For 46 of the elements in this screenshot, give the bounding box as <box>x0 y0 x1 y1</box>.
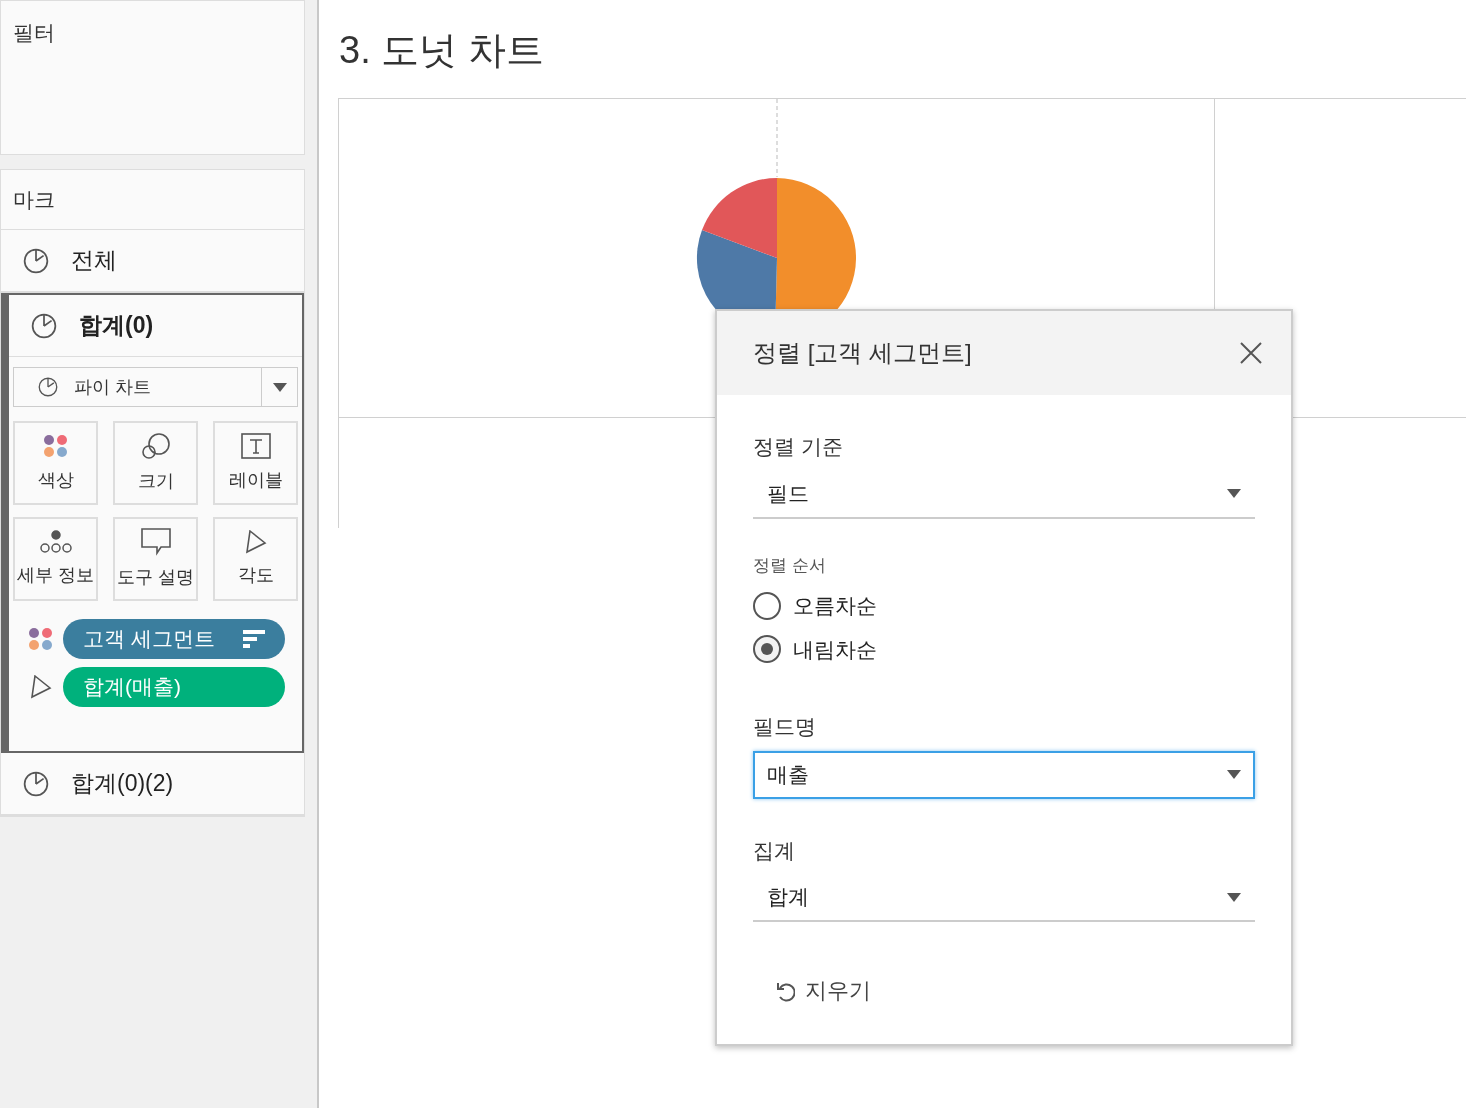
mark-card-button[interactable]: 각도 <box>213 517 298 601</box>
option-label[interactable]: 내림차순 <box>793 633 877 665</box>
caret-icon <box>1227 892 1241 902</box>
sheet-title: 3. 도넛 차트 <box>339 28 545 73</box>
pie-icon <box>31 312 57 339</box>
pie-icon <box>23 770 49 797</box>
select-field[interactable]: 합계 <box>753 874 1255 922</box>
dialog-title: 정렬 [고객 세그먼트] <box>753 338 972 368</box>
circles-icon <box>140 431 171 460</box>
caret-icon <box>272 382 287 392</box>
speech-bubble-icon <box>140 527 171 556</box>
pie-icon <box>38 377 58 397</box>
mark-layer-tab[interactable]: 합계(0) <box>9 295 302 357</box>
panel-title: 마크 <box>13 186 55 213</box>
pie-icon <box>23 247 49 274</box>
mark-card-button[interactable]: 세부 정보 <box>13 517 98 601</box>
color-dots-icon <box>27 626 55 652</box>
dots-icon <box>38 529 73 554</box>
radio-button[interactable] <box>753 591 781 620</box>
mark-card-button[interactable]: 크기 <box>113 421 198 505</box>
mark-card-button[interactable]: 색상 <box>13 421 98 505</box>
triangle-icon <box>30 675 52 699</box>
mark-layer-tab[interactable]: 전체 <box>1 230 304 292</box>
mark-card-button[interactable]: 레이블 <box>213 421 298 505</box>
option-label[interactable]: 오름차순 <box>793 590 877 622</box>
mark-card-button[interactable]: 도구 설명 <box>113 517 198 601</box>
field-label: 정렬 순서 <box>753 554 827 577</box>
select-field[interactable]: 필드 <box>753 470 1255 519</box>
mark-type-dropdown[interactable]: 파이 차트 <box>13 367 298 407</box>
triangle-icon <box>244 529 267 554</box>
panel-title: 필터 <box>13 20 56 46</box>
clear-button[interactable]: 지우기 <box>775 974 871 1007</box>
select-field[interactable]: 매출 <box>753 750 1255 799</box>
color-dots-icon <box>41 432 70 459</box>
sort-icon <box>243 629 265 649</box>
caret-icon <box>1227 489 1241 498</box>
caret-icon <box>1227 770 1241 779</box>
field-label: 필드명 <box>753 714 817 740</box>
field-pill[interactable]: 고객 세그먼트 <box>63 619 285 659</box>
text-label-icon <box>240 432 271 459</box>
close-button[interactable] <box>1239 340 1265 366</box>
field-label: 집계 <box>753 837 796 864</box>
close-icon <box>1239 341 1263 365</box>
radio-button[interactable] <box>753 635 781 664</box>
field-label: 정렬 기준 <box>753 434 844 460</box>
mark-layer-tab[interactable]: 합계(0)(2) <box>1 753 304 815</box>
